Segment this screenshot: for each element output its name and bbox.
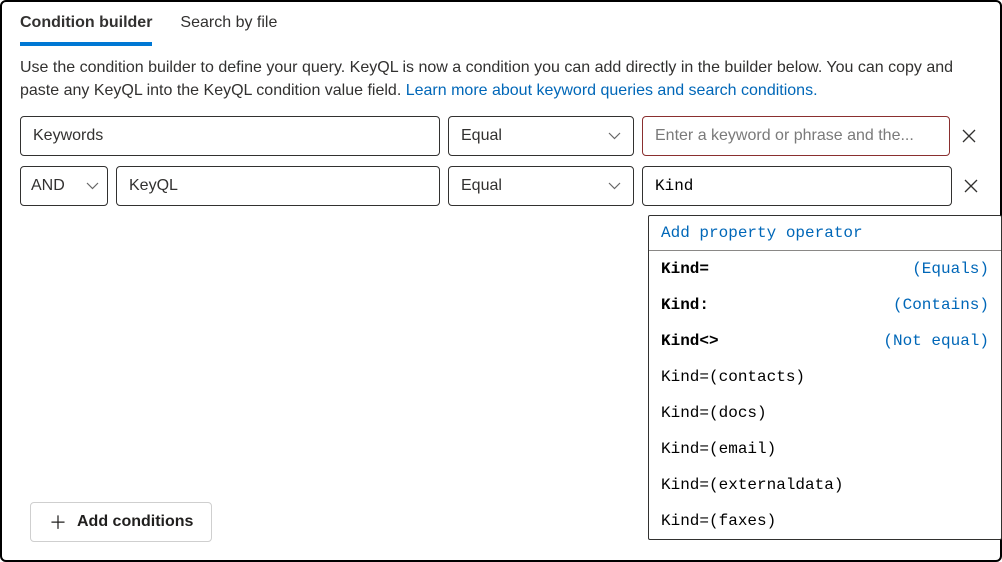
autocomplete-panel: Add property operator Kind= (Equals) Kind:…	[648, 215, 1002, 540]
operator-dropdown[interactable]: Equal	[448, 166, 634, 206]
autocomplete-item-hint: (Contains)	[893, 296, 989, 314]
plus-icon: ＋	[49, 509, 67, 535]
operator-dropdown[interactable]: Equal	[448, 116, 634, 156]
learn-more-link[interactable]: Learn more about keyword queries and sea…	[406, 82, 818, 99]
autocomplete-item[interactable]: Kind=(externaldata)	[649, 467, 1001, 503]
autocomplete-item-hint: (Not equal)	[883, 332, 989, 350]
autocomplete-item[interactable]: Kind=(faxes)	[649, 503, 1001, 539]
autocomplete-item-label: Kind=(faxes)	[661, 512, 776, 530]
autocomplete-item[interactable]: Kind=(contacts)	[649, 359, 1001, 395]
chevron-down-icon	[86, 182, 99, 190]
autocomplete-item-hint: (Equals)	[912, 260, 989, 278]
autocomplete-item[interactable]: Kind=(docs)	[649, 395, 1001, 431]
tabs-bar: Condition builder Search by file	[2, 2, 1000, 46]
condition-rows: Keywords Equal Enter a keyword or phrase…	[2, 116, 1000, 206]
autocomplete-item-label: Kind:	[661, 296, 709, 314]
condition-row-2: AND KeyQL Equal Kind	[20, 166, 982, 206]
autocomplete-item-label: Kind=(docs)	[661, 404, 767, 422]
logic-operator-dropdown[interactable]: AND	[20, 166, 108, 206]
value-input[interactable]: Enter a keyword or phrase and the...	[642, 116, 950, 156]
autocomplete-item[interactable]: Kind= (Equals)	[649, 251, 1001, 287]
autocomplete-item-label: Kind=(externaldata)	[661, 476, 843, 494]
panel-header[interactable]: Add property operator	[649, 216, 1001, 251]
add-conditions-row: ＋ Add conditions	[30, 502, 212, 542]
remove-row-icon[interactable]	[960, 178, 982, 194]
keyql-value-input[interactable]: Kind	[642, 166, 952, 206]
autocomplete-item[interactable]: Kind<> (Not equal)	[649, 323, 1001, 359]
tab-condition-builder[interactable]: Condition builder	[20, 10, 152, 46]
condition-row-1: Keywords Equal Enter a keyword or phrase…	[20, 116, 982, 156]
autocomplete-item-label: Kind<>	[661, 332, 719, 350]
chevron-down-icon	[608, 182, 621, 190]
chevron-down-icon	[608, 132, 621, 140]
property-field[interactable]: Keywords	[20, 116, 440, 156]
add-conditions-button[interactable]: ＋ Add conditions	[30, 502, 212, 542]
autocomplete-item[interactable]: Kind=(email)	[649, 431, 1001, 467]
logic-value: AND	[31, 177, 65, 195]
property-field[interactable]: KeyQL	[116, 166, 440, 206]
description-text: Use the condition builder to define your…	[2, 46, 1000, 116]
operator-value: Equal	[461, 127, 502, 145]
autocomplete-item-label: Kind=	[661, 260, 709, 278]
add-conditions-label: Add conditions	[77, 513, 193, 531]
autocomplete-item-label: Kind=(email)	[661, 440, 776, 458]
autocomplete-item[interactable]: Kind: (Contains)	[649, 287, 1001, 323]
remove-row-icon[interactable]	[958, 128, 980, 144]
autocomplete-item-label: Kind=(contacts)	[661, 368, 805, 386]
operator-value: Equal	[461, 177, 502, 195]
tab-search-by-file[interactable]: Search by file	[180, 10, 277, 46]
